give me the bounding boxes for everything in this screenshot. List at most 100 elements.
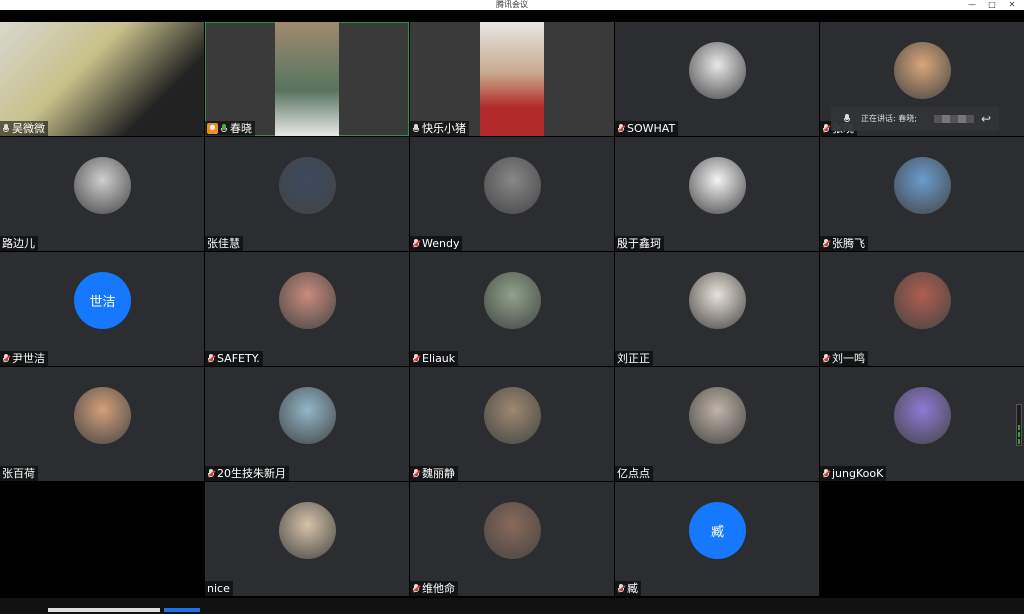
participant-tile[interactable]: 刘一鸣	[820, 252, 1024, 366]
participant-name: 臧	[627, 582, 638, 595]
taskbar-item-active[interactable]	[164, 608, 200, 612]
host-icon	[207, 123, 218, 134]
participant-tile[interactable]: SOWHAT	[615, 22, 819, 136]
participant-tile[interactable]: jungKooK	[820, 367, 1024, 481]
participant-label: 张腾飞	[820, 236, 868, 251]
avatar	[894, 272, 951, 329]
participant-tile[interactable]: 张腾飞	[820, 137, 1024, 251]
participant-label: jungKooK	[820, 466, 887, 481]
participant-label: 维他命	[410, 581, 458, 596]
participant-name: 魏丽静	[422, 467, 455, 480]
participant-label: Wendy	[410, 236, 463, 251]
participant-name: 刘一鸣	[832, 352, 865, 365]
participant-name: 亿点点	[617, 467, 650, 480]
participant-tile[interactable]: 张佳慧	[205, 137, 409, 251]
video-feed	[275, 22, 339, 136]
participant-label: Eliauk	[410, 351, 459, 366]
minimize-button[interactable]: —	[964, 0, 980, 10]
participant-label: 臧	[615, 581, 641, 596]
participant-label: 亿点点	[615, 466, 653, 481]
mic-muted-icon	[412, 353, 421, 364]
participant-name: 尹世洁	[12, 352, 45, 365]
participant-label: 吴微微	[0, 121, 48, 136]
participant-tile[interactable]: 路边儿	[0, 137, 204, 251]
participant-name: 路边儿	[2, 237, 35, 250]
mic-icon	[2, 123, 10, 134]
participant-label: SAFETY.	[205, 351, 263, 366]
mic-muted-icon	[207, 353, 216, 364]
participant-name: nice	[207, 582, 230, 595]
avatar	[74, 387, 131, 444]
maximize-button[interactable]: □	[984, 0, 1000, 10]
participant-label: 尹世洁	[0, 351, 48, 366]
avatar	[279, 157, 336, 214]
participant-tile[interactable]: 刘正正	[615, 252, 819, 366]
participant-tile[interactable]: 臧臧	[615, 482, 819, 596]
avatar	[484, 157, 541, 214]
participant-label: SOWHAT	[615, 121, 679, 136]
participant-label: 快乐小猪	[410, 121, 469, 136]
video-feed	[480, 22, 544, 136]
participant-tile[interactable]: Eliauk	[410, 252, 614, 366]
taskbar-item[interactable]	[48, 608, 160, 612]
participant-tile[interactable]: 魏丽静	[410, 367, 614, 481]
mic-muted-icon	[412, 583, 421, 594]
mic-muted-icon	[617, 583, 626, 594]
avatar	[689, 157, 746, 214]
participant-tile[interactable]: 春晓	[205, 22, 409, 136]
participant-name: 春晓	[230, 122, 252, 135]
collapse-icon[interactable]: ↩	[981, 107, 991, 131]
participant-tile[interactable]: 维他命	[410, 482, 614, 596]
avatar	[279, 502, 336, 559]
participant-name: 20生技朱新月	[217, 467, 286, 480]
participant-tile[interactable]: 吴微微	[0, 22, 204, 136]
participant-label: 殷于鑫珂	[615, 236, 664, 251]
window-title: 腾讯会议	[496, 0, 528, 9]
avatar	[894, 387, 951, 444]
avatar	[689, 272, 746, 329]
participant-tile[interactable]: 张百荷	[0, 367, 204, 481]
avatar	[279, 387, 336, 444]
participant-tile[interactable]: SAFETY.	[205, 252, 409, 366]
mic-icon	[220, 123, 228, 134]
speaking-text: 正在讲话: 春晓;	[861, 114, 917, 123]
mic-muted-icon	[822, 123, 831, 134]
avatar: 臧	[689, 502, 746, 559]
participant-name: 维他命	[422, 582, 455, 595]
mic-muted-icon	[412, 468, 421, 479]
video-feed	[0, 22, 204, 136]
top-strip	[0, 10, 1024, 22]
mic-muted-icon	[2, 353, 11, 364]
mic-icon	[412, 123, 420, 134]
avatar	[484, 272, 541, 329]
avatar	[894, 157, 951, 214]
participant-tile[interactable]: 世洁 尹世洁	[0, 252, 204, 366]
participant-name: 张腾飞	[832, 237, 865, 250]
mic-muted-icon	[412, 238, 421, 249]
participant-name: 快乐小猪	[422, 122, 466, 135]
participant-label: 魏丽静	[410, 466, 458, 481]
participant-name: 张百荷	[2, 467, 35, 480]
participant-label: 20生技朱新月	[205, 466, 289, 481]
participant-tile[interactable]: 殷于鑫珂	[615, 137, 819, 251]
avatar	[689, 387, 746, 444]
volume-meter	[1016, 404, 1022, 446]
participant-label: nice	[205, 581, 233, 596]
participant-tile[interactable]: 快乐小猪	[410, 22, 614, 136]
avatar	[74, 157, 131, 214]
speaking-indicator: 正在讲话: 春晓; ↩	[831, 107, 999, 131]
participant-label: 张佳慧	[205, 236, 243, 251]
participant-name: 张佳慧	[207, 237, 240, 250]
participant-tile[interactable]: 20生技朱新月	[205, 367, 409, 481]
participant-name: jungKooK	[832, 467, 884, 480]
participant-name: Wendy	[422, 237, 460, 250]
participant-name: 吴微微	[12, 122, 45, 135]
mic-muted-icon	[207, 468, 216, 479]
participant-tile[interactable]: 亿点点	[615, 367, 819, 481]
close-button[interactable]: ✕	[1004, 0, 1020, 10]
participant-label: 张百荷	[0, 466, 38, 481]
participant-tile[interactable]: Wendy	[410, 137, 614, 251]
participant-tile[interactable]: nice	[205, 482, 409, 596]
mic-muted-icon	[822, 353, 831, 364]
mic-muted-icon	[822, 238, 831, 249]
